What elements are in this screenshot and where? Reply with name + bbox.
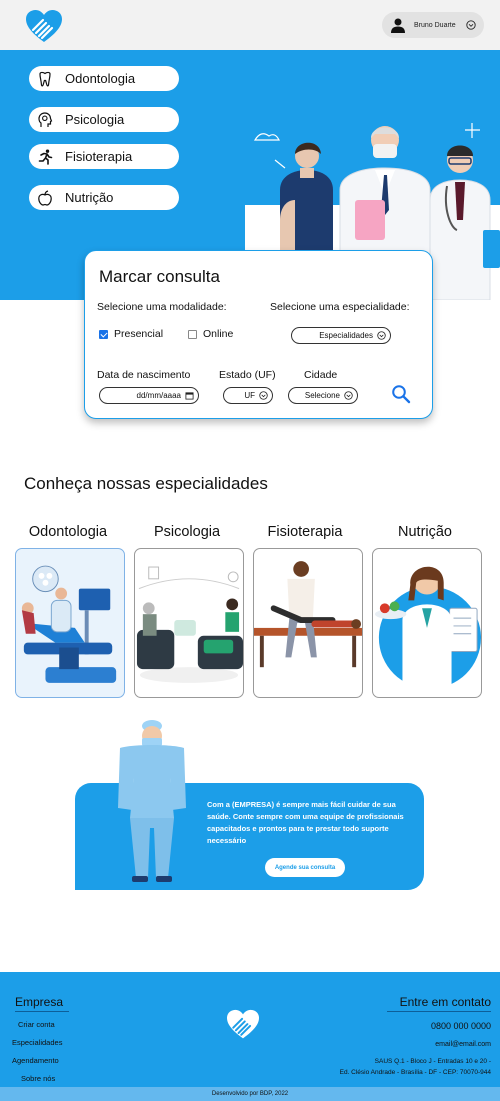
online-checkbox[interactable] — [188, 330, 197, 339]
running-person-icon — [38, 149, 53, 165]
specialties-title: Conheça nossas especialidades — [24, 474, 268, 493]
therapy-session-illustration — [136, 566, 243, 683]
state-select-value: UF — [244, 391, 255, 400]
specialty-label: Selecione uma especialidade: — [270, 301, 410, 313]
chevron-circle-icon — [377, 331, 386, 340]
state-label: Estado (UF) — [219, 369, 276, 381]
user-menu-button[interactable]: Bruno Duarte — [382, 12, 484, 38]
hero-specialty-psicologia[interactable]: Psicologia — [29, 107, 179, 132]
footer-phone: 0800 000 0000 — [430, 1021, 491, 1031]
hero-specialty-fisioterapia[interactable]: Fisioterapia — [29, 144, 179, 169]
hero-specialty-label: Nutrição — [65, 190, 114, 205]
hero-specialty-label: Odontologia — [65, 71, 136, 86]
tooth-icon — [39, 71, 51, 86]
state-select[interactable]: UF — [223, 387, 273, 404]
specialty-card-odontologia[interactable] — [15, 548, 125, 698]
specialty-select[interactable]: Especialidades — [291, 327, 391, 344]
top-navbar: Bruno Duarte — [0, 0, 500, 50]
footer-link-create-account[interactable]: Criar conta — [18, 1020, 55, 1029]
hero-specialty-odontologia[interactable]: Odontologia — [29, 66, 179, 91]
user-name: Bruno Duarte — [414, 21, 456, 29]
calendar-icon — [185, 392, 194, 400]
booking-title: Marcar consulta — [99, 267, 220, 286]
booking-card: Marcar consulta Selecione uma modalidade… — [84, 250, 433, 419]
city-select[interactable]: Selecione — [288, 387, 358, 404]
dentist-illustration — [21, 565, 117, 683]
schedule-appointment-button[interactable]: Agende sua consulta — [265, 858, 345, 877]
hero-specialty-label: Fisioterapia — [65, 149, 133, 164]
footer-link-about[interactable]: Sobre nós — [21, 1074, 55, 1083]
head-brain-icon — [38, 111, 53, 127]
nutritionist-illustration — [374, 566, 481, 697]
footer-link-specialties[interactable]: Especialidades — [12, 1038, 62, 1047]
footer-contact-title: Entre em contato — [387, 995, 491, 1012]
search-icon[interactable] — [391, 384, 411, 404]
physiotherapy-illustration — [254, 561, 362, 668]
specialty-card-psicologia[interactable] — [134, 548, 244, 698]
presencial-checkbox[interactable] — [99, 330, 108, 339]
modality-label: Selecione uma modalidade: — [97, 301, 227, 313]
footer-company-title: Empresa — [15, 995, 69, 1012]
specialty-name: Psicologia — [153, 524, 221, 540]
specialty-card-fisioterapia[interactable] — [253, 548, 363, 698]
promo-text: Com a (EMPRESA) é sempre mais fácil cuid… — [207, 800, 404, 845]
specialty-select-value: Especialidades — [319, 331, 373, 340]
specialty-name: Fisioterapia — [267, 524, 343, 540]
birth-date-placeholder: dd/mm/aaaa — [136, 391, 181, 400]
heart-hand-logo-icon[interactable] — [26, 10, 62, 44]
birth-date-input[interactable]: dd/mm/aaaa — [99, 387, 199, 404]
footer-address-line-2: Ed. Clésio Andrade - Brasília - DF - CEP… — [339, 1069, 491, 1076]
health-professional-illustration — [118, 720, 186, 882]
footer-email[interactable]: email@email.com — [435, 1041, 491, 1048]
user-icon — [391, 18, 405, 33]
footer-link-scheduling[interactable]: Agendamento — [12, 1056, 59, 1065]
city-select-value: Selecione — [304, 391, 340, 400]
apple-icon — [38, 189, 52, 206]
chevron-circle-icon — [259, 391, 268, 400]
heart-hand-logo-icon — [227, 1009, 259, 1039]
presencial-label: Presencial — [114, 328, 164, 340]
copyright-bar: Desenvolvido por BDP, 2022 — [0, 1087, 500, 1101]
birth-date-label: Data de nascimento — [97, 369, 191, 381]
city-label: Cidade — [304, 369, 338, 381]
footer: Empresa Criar conta Especialidades Agend… — [0, 972, 500, 1101]
online-label: Online — [203, 328, 234, 340]
hero-specialty-label: Psicologia — [65, 112, 125, 127]
chevron-circle-icon — [344, 391, 353, 400]
specialty-card-nutricao[interactable] — [372, 548, 482, 698]
specialty-name: Nutrição — [398, 524, 452, 540]
chevron-circle-icon[interactable] — [466, 20, 476, 30]
footer-address-line-1: SAUS Q.1 - Bloco J - Entradas 10 e 20 - — [374, 1058, 491, 1065]
hero-specialty-nutricao[interactable]: Nutrição — [29, 185, 179, 210]
specialty-name: Odontologia — [28, 524, 108, 540]
